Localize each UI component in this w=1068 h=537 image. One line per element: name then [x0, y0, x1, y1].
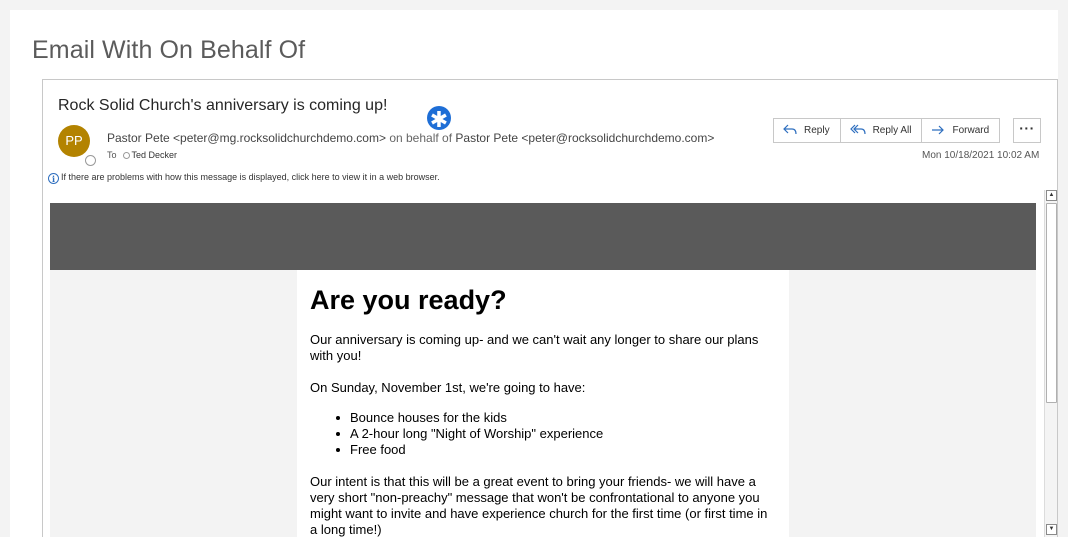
reply-all-label: Reply All: [872, 125, 912, 136]
sender-address[interactable]: Pastor Pete <peter@mg.rocksolidchurchdem…: [107, 131, 386, 145]
event-list: Bounce houses for the kids A 2-hour long…: [336, 410, 777, 458]
message-body: Are you ready? Our anniversary is coming…: [50, 203, 1036, 537]
reply-all-button[interactable]: Reply All: [841, 119, 923, 142]
page-card: Email With On Behalf Of Rock Solid Churc…: [10, 10, 1058, 537]
list-item: Bounce houses for the kids: [336, 410, 777, 426]
email-timestamp: Mon 10/18/2021 10:02 AM: [922, 150, 1040, 161]
vertical-scrollbar[interactable]: ▲ ▼: [1044, 190, 1057, 537]
presence-status-icon: [85, 155, 96, 166]
message-header-band: [50, 203, 1036, 270]
browser-view-notice[interactable]: i If there are problems with how this mes…: [48, 172, 440, 184]
message-paragraph: Our anniversary is coming up- and we can…: [310, 331, 759, 363]
sender-line: Pastor Pete <peter@mg.rocksolidchurchdem…: [107, 131, 714, 145]
message-heading: Are you ready?: [310, 285, 507, 315]
list-item: A 2-hour long "Night of Worship" experie…: [336, 426, 777, 442]
forward-arrow-icon: [931, 124, 945, 138]
info-icon: i: [48, 173, 59, 184]
recipient-line: To Ted Decker: [107, 150, 177, 160]
browser-view-notice-text: If there are problems with how this mess…: [61, 172, 440, 182]
on-behalf-of-text: on behalf of: [389, 131, 453, 145]
email-actions-toolbar: Reply Reply All Forward: [773, 118, 1001, 143]
message-content: Are you ready? Our anniversary is coming…: [297, 270, 789, 537]
behalf-sender-address[interactable]: Pastor Pete <peter@rocksolidchurchdemo.c…: [455, 131, 714, 145]
page-title: Email With On Behalf Of: [32, 36, 306, 64]
forward-label: Forward: [952, 125, 990, 136]
recipient-name[interactable]: Ted Decker: [132, 150, 178, 160]
reply-label: Reply: [804, 125, 830, 136]
message-paragraph: Our intent is that this will be a great …: [310, 473, 768, 537]
message-paragraph: On Sunday, November 1st, we're going to …: [310, 379, 586, 395]
scroll-down-arrow-icon[interactable]: ▼: [1046, 524, 1057, 535]
annotation-marker-icon: ✱: [427, 106, 451, 132]
sender-avatar[interactable]: PP: [58, 125, 90, 157]
reply-button[interactable]: Reply: [774, 119, 841, 142]
more-actions-button[interactable]: ···: [1013, 118, 1041, 143]
to-label: To: [107, 150, 117, 160]
email-preview-frame: Rock Solid Church's anniversary is comin…: [42, 79, 1058, 537]
reply-all-arrow-icon: [849, 124, 866, 138]
reply-arrow-icon: [783, 124, 797, 138]
email-subject: Rock Solid Church's anniversary is comin…: [58, 97, 388, 114]
recipient-presence-icon: [122, 151, 130, 159]
forward-button[interactable]: Forward: [922, 119, 999, 142]
list-item: Free food: [336, 442, 777, 458]
scrollbar-thumb[interactable]: [1046, 203, 1057, 403]
scroll-up-arrow-icon[interactable]: ▲: [1046, 190, 1057, 201]
